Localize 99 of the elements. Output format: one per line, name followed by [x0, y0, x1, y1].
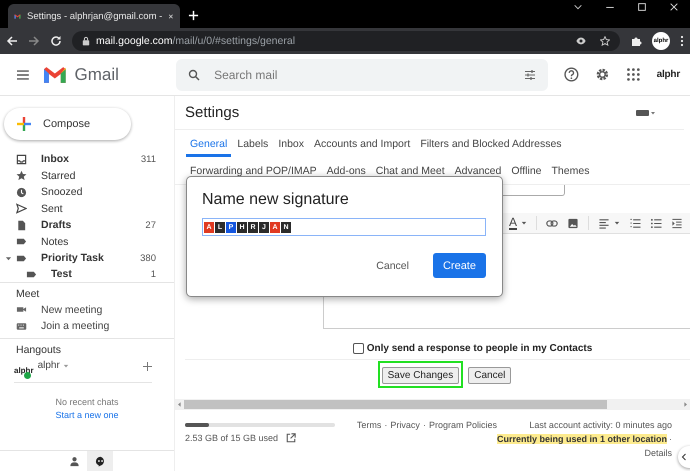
user-logo: alphr [14, 366, 34, 374]
back-arrow-icon[interactable] [6, 35, 18, 47]
gmail-logo-icon [14, 12, 21, 20]
star-icon [16, 170, 27, 182]
nav-item[interactable]: Drafts 27 [0, 217, 174, 234]
footer-link[interactable]: Terms [356, 420, 382, 458]
settings-tab[interactable]: Filters and Blocked Addresses [416, 130, 566, 157]
link-icon[interactable] [546, 218, 558, 228]
search-field[interactable]: Search mail [212, 66, 512, 82]
star-icon[interactable] [600, 36, 610, 46]
search-bar[interactable]: Search mail [176, 58, 548, 90]
scroll-right-icon[interactable] [684, 402, 687, 407]
reload-icon[interactable] [50, 35, 62, 47]
nav-item[interactable]: Priority Task 380 [0, 250, 174, 266]
location-warning: Currently being used in 1 other location [496, 434, 667, 444]
chevron-down-icon[interactable] [573, 2, 583, 12]
chat-bubble-icon [94, 456, 106, 466]
send-icon [16, 203, 27, 214]
new-tab-icon[interactable] [188, 10, 199, 21]
eye-icon[interactable] [576, 36, 586, 46]
align-icon[interactable] [598, 218, 610, 228]
search-icon[interactable] [188, 68, 200, 80]
form-button[interactable]: Save Changes [382, 366, 460, 384]
lock-icon [82, 36, 90, 46]
text-color-button[interactable]: A [509, 216, 518, 230]
settings-tab[interactable]: Accounts and Import [310, 130, 414, 157]
nav-item[interactable]: Test 1 [0, 266, 174, 282]
filter-sliders-icon[interactable] [524, 68, 536, 80]
nav-item[interactable]: Notes [0, 234, 174, 250]
gmail-logo-icon [42, 66, 66, 84]
more-options-icon[interactable] [680, 35, 684, 47]
meet-item[interactable]: New meeting [0, 302, 174, 318]
scroll-left-icon[interactable] [178, 402, 181, 407]
separator: · [669, 434, 672, 444]
app-name: Gmail [74, 64, 120, 84]
browser-tab[interactable]: Settings - alphrjan@gmail.com - [8, 4, 180, 28]
caret-icon[interactable] [4, 254, 12, 262]
forward-arrow-icon[interactable] [28, 35, 40, 47]
dialog-title: Name new signature [202, 191, 350, 209]
caret-icon[interactable] [521, 220, 528, 226]
section-title: Hangouts [15, 342, 62, 358]
chevron-left-icon [681, 453, 687, 461]
storage-usage: 2.53 GB of 15 GB used [185, 433, 278, 443]
cancel-button[interactable]: Cancel [370, 258, 415, 272]
puzzle-piece-icon[interactable] [630, 35, 642, 47]
footer-link[interactable]: Privacy [390, 420, 420, 458]
start-chat-link[interactable]: Start a new one [55, 410, 119, 420]
clock-icon [16, 186, 27, 198]
footer-link[interactable]: Program Policies [428, 420, 497, 458]
settings-tab[interactable]: Inbox [274, 130, 308, 157]
nav-item[interactable]: Snoozed [0, 184, 174, 200]
form-button[interactable]: Cancel [468, 366, 512, 384]
account-logo[interactable]: alphr [656, 69, 680, 80]
nav-item[interactable]: Sent [0, 200, 174, 217]
page-title: Settings [185, 104, 240, 121]
file-icon [16, 220, 27, 231]
panel-tab[interactable] [87, 451, 113, 471]
bulleted-list-icon[interactable] [650, 218, 662, 228]
help-icon[interactable] [564, 67, 579, 82]
close-icon[interactable] [168, 12, 174, 20]
close-icon[interactable] [669, 2, 679, 12]
numbered-list-icon[interactable] [629, 218, 642, 228]
create-button[interactable]: Create [432, 253, 486, 278]
apps-grid-icon[interactable] [626, 67, 641, 82]
separator: · [422, 420, 426, 432]
settings-tab[interactable]: Labels [233, 130, 272, 157]
settings-tab[interactable]: General [186, 130, 232, 157]
checkbox[interactable] [352, 342, 364, 354]
caret-icon[interactable] [614, 220, 620, 226]
details-link[interactable]: Details [644, 448, 672, 458]
person-icon [68, 456, 80, 466]
maximize-icon[interactable] [637, 2, 647, 12]
keyboard-icon [16, 320, 27, 332]
settings-icon[interactable] [594, 67, 610, 82]
separator: · [384, 420, 388, 432]
horizontal-scrollbar[interactable] [175, 399, 690, 410]
compose-button[interactable]: Compose [4, 108, 131, 140]
section-title: Meet [15, 286, 40, 302]
url-text: mail.google.com/mail/u/0/#settings/general [96, 35, 296, 47]
activity-text: Last account activity: 0 minutes ago [529, 420, 672, 430]
label-icon [16, 236, 27, 248]
settings-tab[interactable]: Themes [548, 157, 594, 184]
settings-tab[interactable]: Offline [507, 157, 546, 184]
keyboard-icon[interactable] [636, 108, 656, 116]
address-field[interactable]: mail.google.com/mail/u/0/#settings/general [72, 31, 620, 51]
menu-icon[interactable] [16, 68, 30, 80]
image-icon[interactable] [567, 218, 580, 228]
empty-message: No recent chats [55, 396, 119, 406]
indent-icon[interactable] [671, 218, 684, 228]
contacts-only-checkbox[interactable]: Only send a response to people in my Contacts [352, 342, 592, 354]
nav-item[interactable]: Inbox 311 [0, 151, 174, 168]
meet-item[interactable]: Join a meeting [0, 318, 174, 334]
user-name[interactable]: alphr [38, 360, 60, 370]
inbox-icon [16, 154, 27, 165]
plus-icon [16, 116, 32, 132]
add-icon[interactable] [143, 362, 152, 370]
external-link-icon[interactable] [286, 433, 296, 443]
nav-item[interactable]: Starred [0, 168, 174, 184]
tab-title: Settings - alphrjan@gmail.com - [26, 10, 162, 22]
